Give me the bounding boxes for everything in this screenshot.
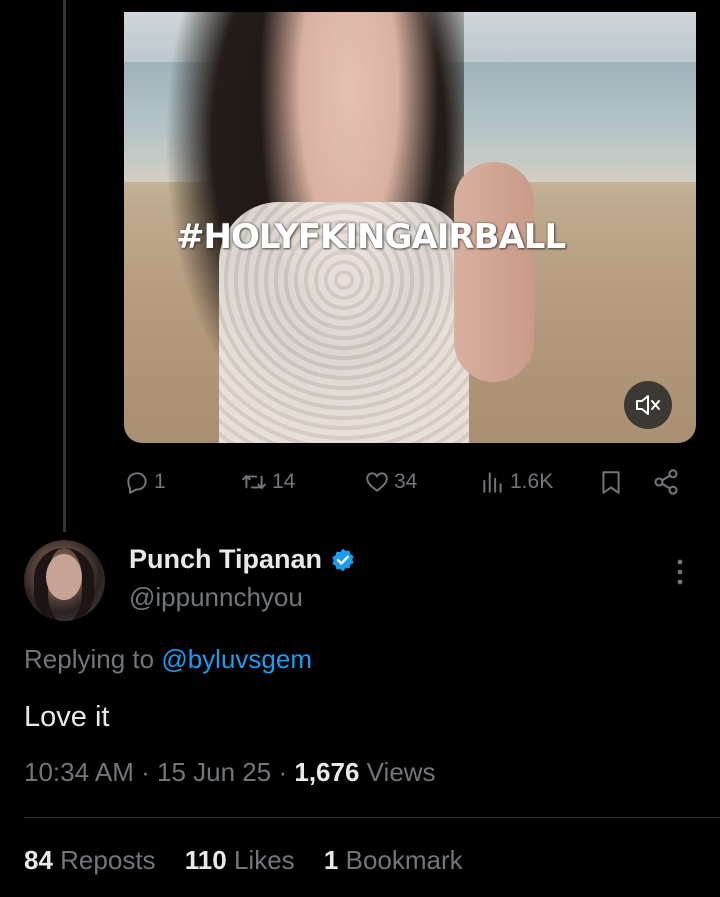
bookmark-button[interactable] bbox=[598, 466, 624, 498]
reply-button[interactable]: 1 bbox=[124, 466, 166, 498]
likes-total: 110 bbox=[184, 845, 227, 875]
heart-icon bbox=[366, 472, 388, 492]
separator: · bbox=[278, 757, 288, 787]
repost-icon bbox=[242, 475, 266, 489]
speaker-muted-icon bbox=[636, 395, 660, 415]
share-button[interactable] bbox=[652, 466, 680, 498]
author-name-row: Punch Tipanan bbox=[129, 544, 356, 575]
repost-count: 14 bbox=[272, 470, 296, 493]
user-handle[interactable]: @ippunnchyou bbox=[129, 582, 303, 613]
engagement-stats: 84 Reposts 110 Likes 1 Bookmark bbox=[24, 845, 463, 876]
reposts-label: Reposts bbox=[60, 845, 156, 875]
views-button[interactable]: 1.6K bbox=[480, 466, 553, 498]
reposts-stat[interactable]: 84 Reposts bbox=[24, 845, 156, 875]
thread-connector-line bbox=[63, 0, 66, 532]
like-count: 34 bbox=[394, 470, 418, 493]
like-button[interactable]: 34 bbox=[364, 466, 417, 498]
reply-icon bbox=[127, 472, 147, 494]
replying-to-label: Replying to bbox=[24, 644, 155, 674]
tweet-time[interactable]: 10:34 AM bbox=[24, 757, 134, 787]
reply-count: 1 bbox=[154, 470, 166, 493]
avatar[interactable] bbox=[24, 540, 105, 621]
divider bbox=[24, 817, 720, 818]
mute-button[interactable] bbox=[624, 381, 672, 429]
more-options-button[interactable] bbox=[670, 556, 690, 588]
views-count: 1.6K bbox=[510, 470, 554, 493]
bookmark-icon bbox=[602, 471, 620, 494]
likes-label: Likes bbox=[233, 845, 295, 875]
replying-to-line: Replying to @byluvsgem bbox=[24, 644, 312, 675]
bookmarks-total: 1 bbox=[323, 845, 339, 875]
display-name[interactable]: Punch Tipanan bbox=[129, 544, 322, 575]
video-player[interactable]: #HOLYFKINGAIRBALL bbox=[124, 12, 696, 443]
more-vertical-icon bbox=[677, 559, 683, 585]
likes-stat[interactable]: 110 Likes bbox=[185, 845, 295, 875]
tweet-text: Love it bbox=[24, 701, 110, 733]
reposts-total: 84 bbox=[24, 845, 53, 875]
avatar-image bbox=[46, 554, 82, 600]
views-icon bbox=[483, 472, 502, 493]
tweet-action-bar: 1 14 34 1.6K bbox=[124, 466, 684, 498]
verified-badge-icon bbox=[332, 548, 354, 571]
bookmarks-stat[interactable]: 1 Bookmark bbox=[324, 845, 463, 875]
tweet-date[interactable]: 15 Jun 25 bbox=[157, 757, 271, 787]
separator: · bbox=[141, 757, 150, 787]
repost-button[interactable]: 14 bbox=[240, 466, 295, 498]
replying-to-link[interactable]: @byluvsgem bbox=[161, 644, 312, 674]
bookmarks-label: Bookmark bbox=[345, 845, 463, 875]
share-icon bbox=[654, 469, 678, 495]
video-scene bbox=[454, 162, 534, 382]
tweet-metadata: 10:34 AM · 15 Jun 25 · 1,676 Views bbox=[24, 757, 436, 788]
views-label: Views bbox=[366, 757, 436, 787]
views-total: 1,676 bbox=[294, 757, 360, 787]
video-caption-overlay: #HOLYFKINGAIRBALL bbox=[176, 217, 566, 257]
